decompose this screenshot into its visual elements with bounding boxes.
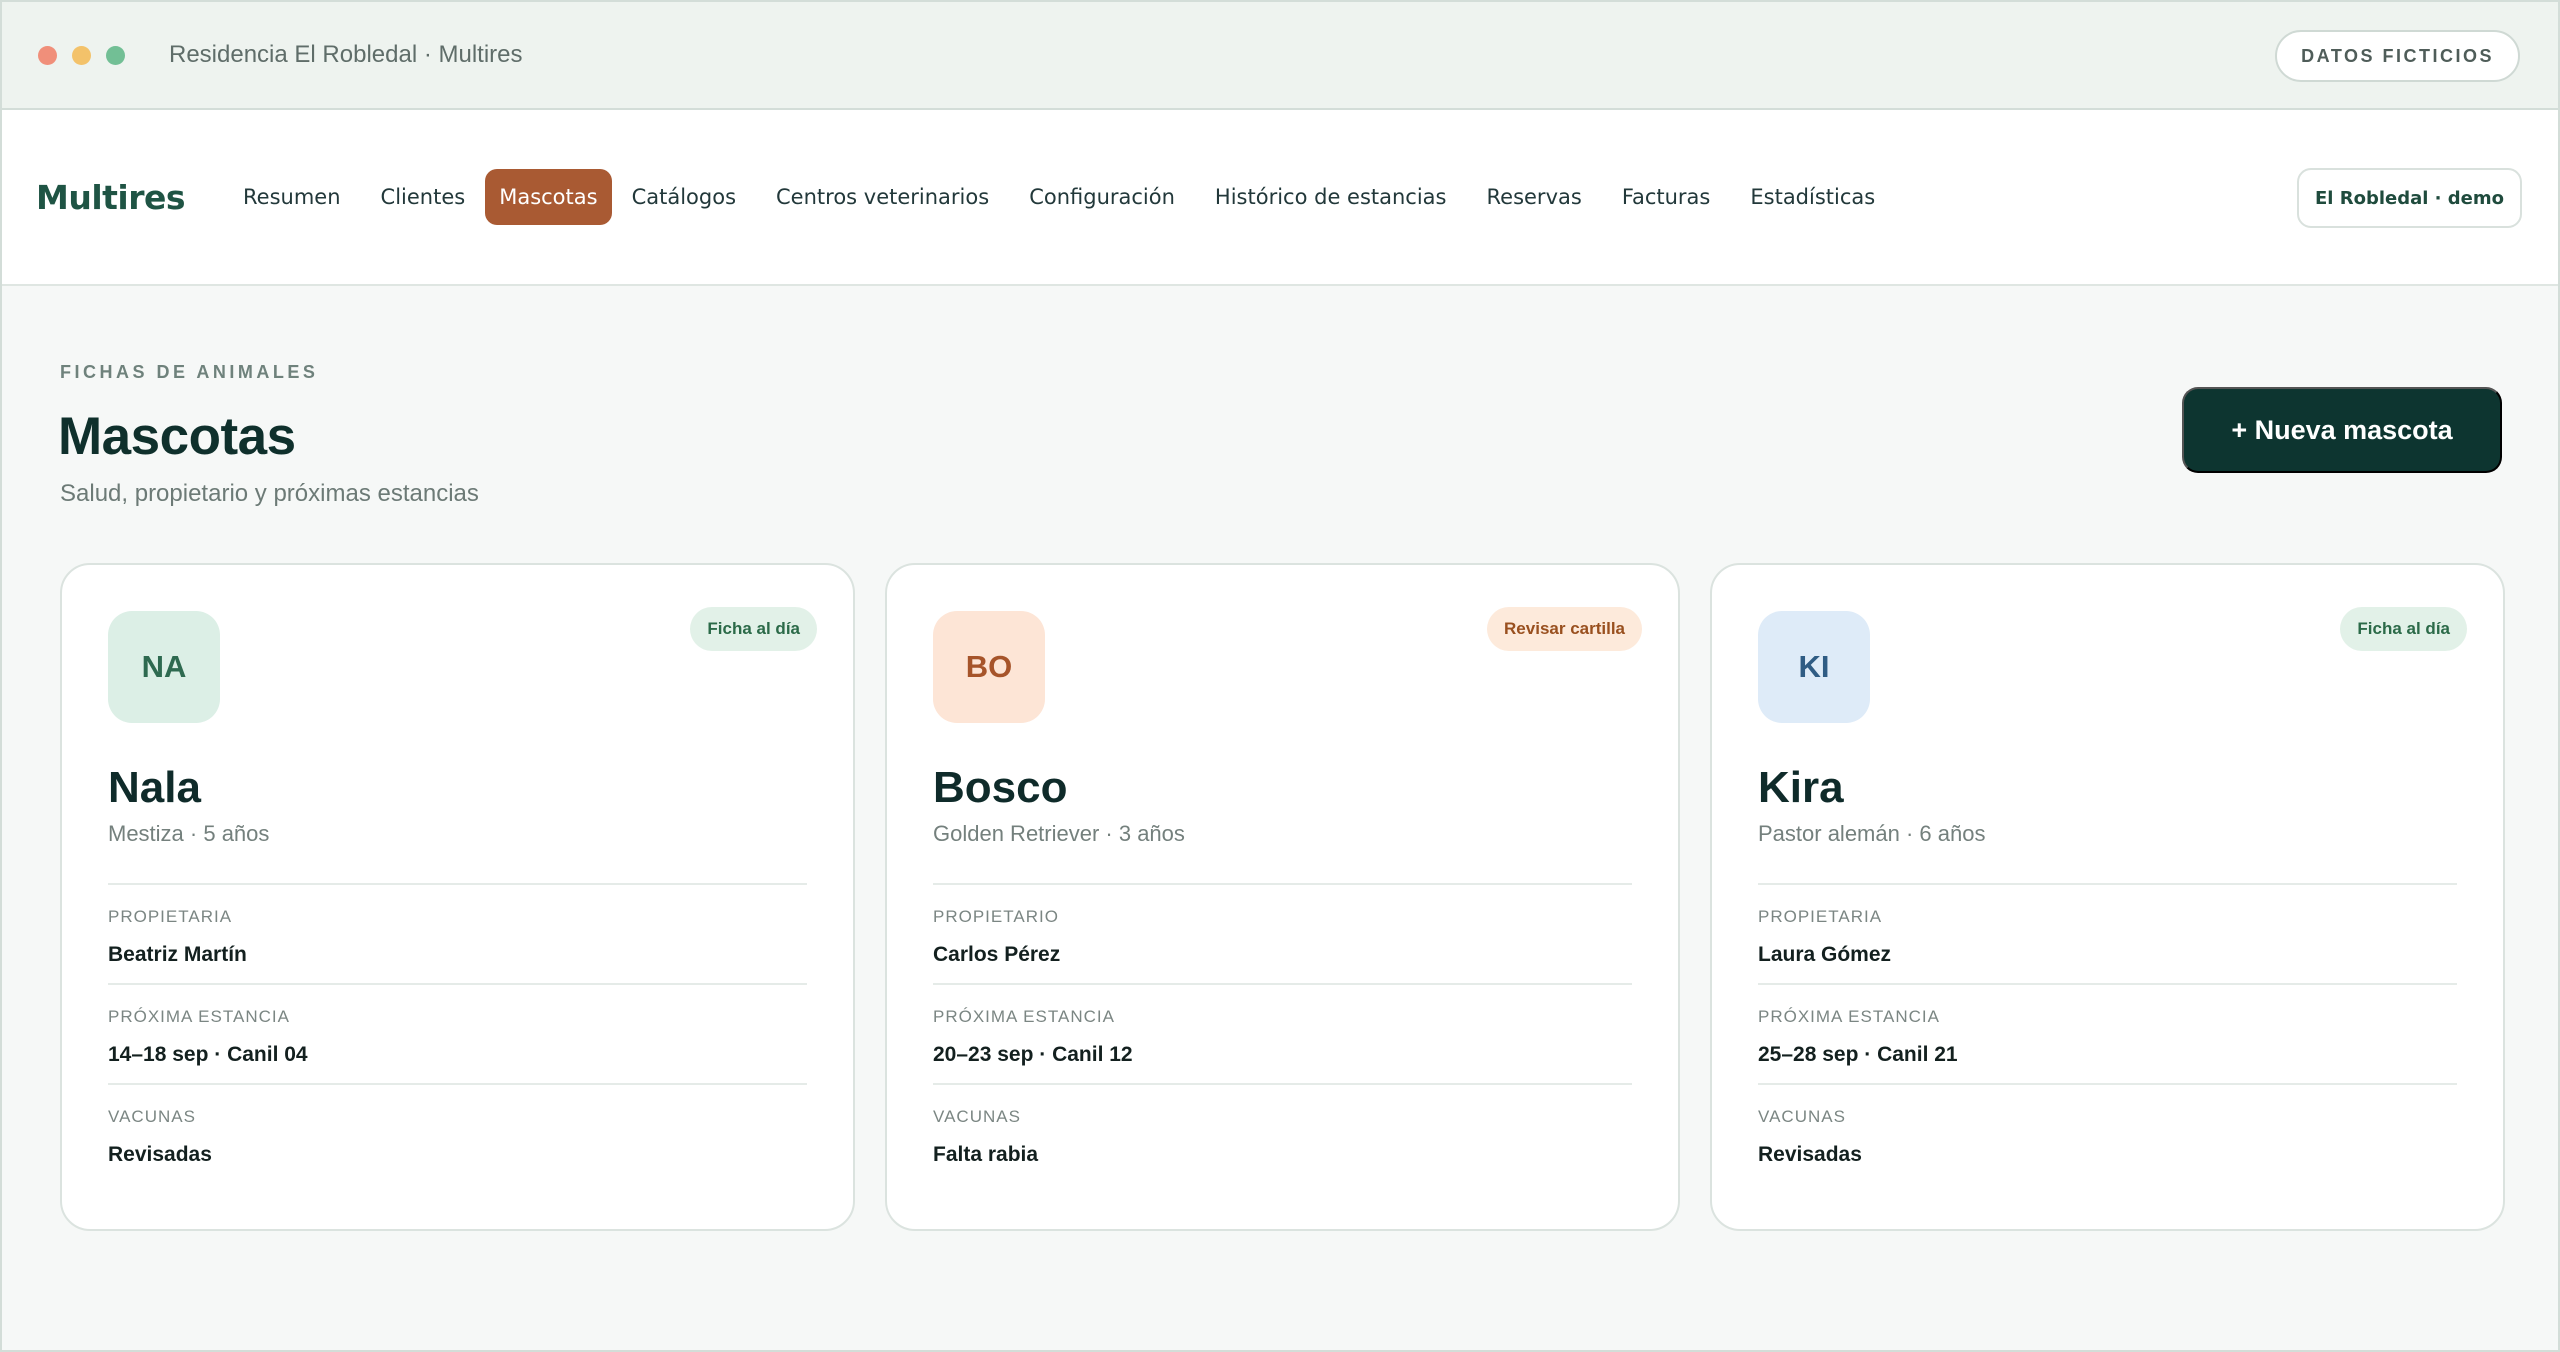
pet-name: Nala [108,763,201,812]
pet-name: Kira [1758,763,1844,812]
vaccines-label: VACUNAS [933,1107,1021,1126]
status-badge: Ficha al día [2340,607,2467,651]
vaccines-label: VACUNAS [108,1107,196,1126]
vaccines-value: Revisadas [1758,1143,1862,1166]
nav-item-facturas[interactable]: Facturas [1602,171,1731,223]
maximize-window-button[interactable] [106,45,125,65]
vaccines-section: VACUNAS Revisadas [1758,1083,2457,1183]
nav-item-historico-estancias[interactable]: Histórico de estancias [1195,171,1467,223]
nav-item-catalogos[interactable]: Catálogos [612,171,756,223]
next-stay-value: 14–18 sep · Canil 04 [108,1043,308,1066]
pet-details: PROPIETARIA Laura Gómez PRÓXIMA ESTANCIA… [1758,883,2457,1183]
fictitious-data-badge: DATOS FICTICIOS [2275,30,2520,82]
pet-details: PROPIETARIA Beatriz Martín PRÓXIMA ESTAN… [108,883,807,1183]
pet-breed-age: Mestiza · 5 años [108,821,270,846]
nav-item-clientes[interactable]: Clientes [361,171,486,223]
pet-avatar: BO [933,611,1045,723]
minimize-window-button[interactable] [72,45,91,65]
vaccines-section: VACUNAS Falta rabia [933,1083,1632,1183]
pet-card[interactable]: KI Ficha al día Kira Pastor alemán · 6 a… [1710,563,2505,1231]
nav-item-estadisticas[interactable]: Estadísticas [1730,171,1895,223]
pet-name: Bosco [933,763,1068,812]
close-window-button[interactable] [38,45,57,65]
owner-name: Beatriz Martín [108,943,247,966]
owner-label: PROPIETARIO [933,907,1059,926]
window-controls [38,45,125,65]
next-stay-section: PRÓXIMA ESTANCIA 14–18 sep · Canil 04 [108,983,807,1083]
nav-item-mascotas[interactable]: Mascotas [485,169,612,225]
pet-card[interactable]: NA Ficha al día Nala Mestiza · 5 años PR… [60,563,855,1231]
vaccines-label: VACUNAS [1758,1107,1846,1126]
next-stay-label: PRÓXIMA ESTANCIA [1758,1007,1940,1026]
status-badge: Ficha al día [690,607,817,651]
owner-label: PROPIETARIA [108,907,233,926]
next-stay-value: 25–28 sep · Canil 21 [1758,1043,1958,1066]
pet-breed-age: Pastor alemán · 6 años [1758,821,1986,846]
next-stay-section: PRÓXIMA ESTANCIA 25–28 sep · Canil 21 [1758,983,2457,1083]
nav-menu: Resumen Clientes Mascotas Catálogos Cent… [223,169,1895,225]
owner-name: Carlos Pérez [933,943,1061,966]
page-title: Mascotas [58,407,296,466]
status-badge: Revisar cartilla [1487,607,1642,651]
pet-card-list: NA Ficha al día Nala Mestiza · 5 años PR… [60,563,2505,1231]
pet-card[interactable]: BO Revisar cartilla Bosco Golden Retriev… [885,563,1680,1231]
page-subtitle: Salud, propietario y próximas estancias [60,480,479,507]
nav-item-reservas[interactable]: Reservas [1467,171,1602,223]
window-titlebar: Residencia El Robledal · Multires DATOS … [2,2,2558,110]
owner-section: PROPIETARIA Laura Gómez [1758,883,2457,983]
pet-avatar: NA [108,611,220,723]
next-stay-value: 20–23 sep · Canil 12 [933,1043,1133,1066]
tenant-selector-button[interactable]: El Robledal · demo [2296,168,2522,228]
nav-item-resumen[interactable]: Resumen [223,171,361,223]
vaccines-section: VACUNAS Revisadas [108,1083,807,1183]
brand-logo[interactable]: Multires [36,178,186,217]
vaccines-value: Revisadas [108,1143,212,1166]
app-window: Residencia El Robledal · Multires DATOS … [0,0,2560,1352]
next-stay-label: PRÓXIMA ESTANCIA [933,1007,1115,1026]
nav-item-centros-veterinarios[interactable]: Centros veterinarios [756,171,1009,223]
owner-name: Laura Gómez [1758,943,1892,966]
next-stay-label: PRÓXIMA ESTANCIA [108,1007,290,1026]
pet-breed-age: Golden Retriever · 3 años [933,821,1185,846]
next-stay-section: PRÓXIMA ESTANCIA 20–23 sep · Canil 12 [933,983,1632,1083]
window-title: Residencia El Robledal · Multires [169,41,523,68]
vaccines-value: Falta rabia [933,1143,1039,1166]
new-pet-button[interactable]: + Nueva mascota [2182,387,2502,473]
nav-item-configuracion[interactable]: Configuración [1009,171,1195,223]
pet-details: PROPIETARIO Carlos Pérez PRÓXIMA ESTANCI… [933,883,1632,1183]
page-eyebrow: FICHAS DE ANIMALES [60,362,319,382]
owner-section: PROPIETARIO Carlos Pérez [933,883,1632,983]
main-navbar: Multires Resumen Clientes Mascotas Catál… [2,110,2558,286]
owner-section: PROPIETARIA Beatriz Martín [108,883,807,983]
owner-label: PROPIETARIA [1758,907,1883,926]
pet-avatar: KI [1758,611,1870,723]
